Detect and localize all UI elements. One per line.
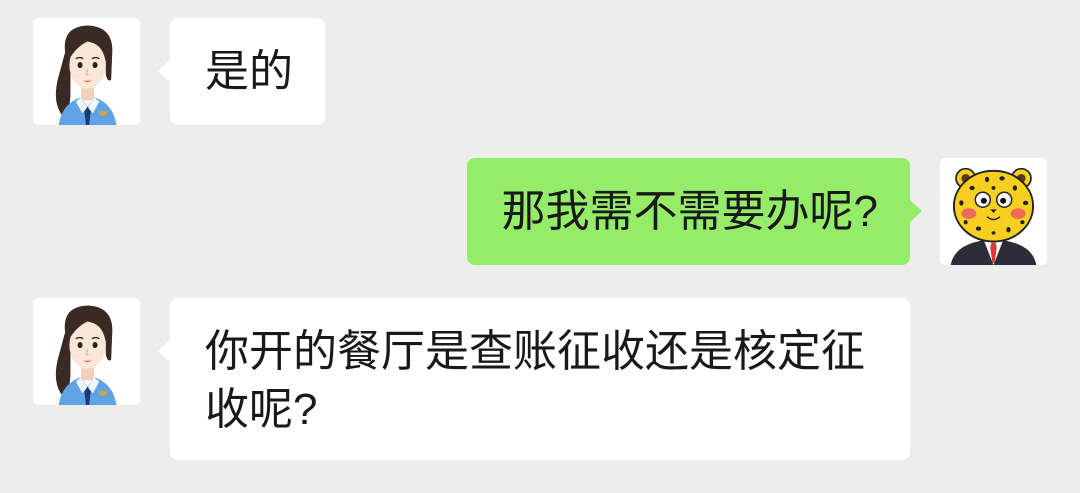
message-text: 那我需不需要办呢? — [501, 186, 878, 236]
bubble-tail — [158, 60, 170, 82]
message-text: 你开的餐厅是查账征收还是核定征收呢? — [205, 327, 865, 434]
badge — [99, 391, 107, 396]
message-text: 是的 — [205, 46, 293, 96]
bubble-tail — [910, 200, 922, 222]
badge — [99, 111, 107, 116]
officer-avatar-icon[interactable] — [33, 298, 140, 405]
message-bubble-incoming[interactable]: 你开的餐厅是查账征收还是核定征收呢? — [158, 298, 910, 460]
chat-message-list[interactable]: 是的 那我需不需要办呢? 你开的餐厅是查账征收还是核定征收呢? — [0, 0, 1080, 493]
officer-avatar-icon — [33, 18, 140, 125]
message-bubble-outgoing[interactable]: 那我需不需要办呢? — [466, 158, 922, 265]
message-bubble-incoming[interactable]: 是的 — [158, 18, 325, 125]
head — [952, 169, 1035, 243]
bubble-tail — [158, 340, 170, 362]
leopard-avatar-icon — [940, 158, 1047, 265]
officer-avatar-icon — [33, 298, 140, 405]
leopard-avatar-icon[interactable] — [940, 158, 1047, 265]
officer-avatar-icon[interactable] — [33, 18, 140, 125]
